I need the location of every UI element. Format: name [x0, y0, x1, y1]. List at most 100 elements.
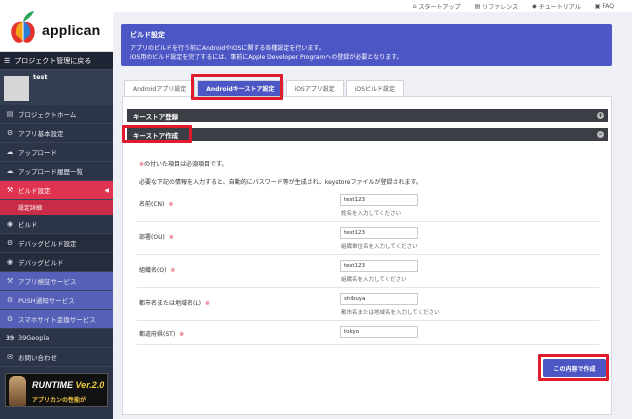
faq-icon: ▣ [594, 2, 601, 10]
sidebar-item-label: PUSH通知サービス [18, 297, 75, 305]
document-icon: ▤ [6, 110, 14, 118]
sidebar-subitem-label: 設定詳細 [18, 205, 43, 212]
list-icon: ☰ [4, 56, 11, 65]
gear-icon: ⚙ [6, 129, 14, 137]
collapse-icon[interactable]: – [597, 131, 604, 138]
wrench-icon: ⚒ [6, 186, 14, 194]
topbar-link-startup[interactable]: ⌂ スタートアップ [413, 2, 461, 11]
sidebar-item-geopla[interactable]: 39 39Geopla [0, 329, 113, 348]
gear-icon: ⚙ [6, 239, 14, 247]
topbar-link-label: チュートリアル [538, 3, 581, 11]
sidebar-item-upload-history[interactable]: ☁ アップロード履歴一覧 [0, 162, 113, 181]
info-note: 必要な下記の情報を入力すると、自動的にパスワード等が生成され、keystoreフ… [139, 179, 422, 186]
field-label: 部署(OU) ※ [139, 232, 174, 241]
banner-title: RUNTIME Ver.2.0 [32, 380, 104, 390]
topbar-link-label: スタートアップ [418, 3, 461, 11]
wrench-icon: ⚒ [6, 277, 14, 285]
book-icon: ▤ [474, 2, 481, 10]
caret-left-icon: ◀ [104, 186, 109, 194]
page-title: ビルド設定 [130, 31, 165, 39]
cloud-upload-icon: ☁ [6, 148, 14, 156]
banner-character-image [9, 376, 26, 406]
field-label-text: 部署(OU) [139, 234, 165, 241]
field-label-text: 都道府県(ST) [139, 331, 176, 338]
field-label: 都道府県(ST) ※ [139, 329, 184, 338]
banner-title-version: Ver.2.0 [75, 380, 105, 390]
sidebar-item-label: アプリ基本設定 [18, 130, 64, 138]
required-mark: ※ [170, 267, 176, 274]
sidebar-subitem-settings-detail[interactable]: 設定詳細 [0, 200, 113, 215]
required-mark: ※ [168, 234, 174, 241]
gear-icon: ⚙ [6, 315, 14, 323]
organization-o-input[interactable] [340, 260, 418, 272]
sidebar-item-label: アップロード [18, 149, 57, 157]
field-label-text: 組織名(O) [139, 267, 167, 274]
highlight-frame-section [122, 125, 192, 143]
sidebar-item-build[interactable]: ◉ ビルド [0, 215, 113, 234]
back-to-project-button[interactable]: ☰ プロジェクト管理に戻る [0, 52, 113, 70]
sidebar-item-project-home[interactable]: ▤ プロジェクトホーム [0, 105, 113, 124]
field-hint: 組織単位名を入力してください [341, 244, 418, 250]
field-hint: 姓名を入力してください [341, 211, 402, 217]
sidebar-item-label: アプリ検証サービス [18, 278, 77, 286]
banner-subtitle: アプリカンの性能がUP！！ [32, 397, 87, 404]
field-label: 名前(CN) ※ [139, 199, 173, 208]
form-row-l: 都市名または地域名(L)※ 都市名または地域名を入力してください [137, 288, 599, 321]
tab-ios-app-settings[interactable]: iOSアプリ設定 [285, 80, 344, 96]
tab-label: Androidアプリ設定 [133, 86, 187, 93]
required-note: ※の付いた項目は必須項目です。 [139, 159, 227, 168]
sidebar-item-debug-build-settings[interactable]: ⚙ デバッグビルド設定 [0, 234, 113, 253]
runtime-banner[interactable]: RUNTIME Ver.2.0 アプリカンの性能がUP！！ [5, 373, 108, 407]
page-header-panel: ビルド設定 アプリのビルドを行う前にAndroidやiOSに関する各種設定を行い… [121, 24, 612, 66]
sidebar-item-label: デバッグビルド設定 [18, 240, 77, 248]
sidebar-item-push-service[interactable]: ⚙ PUSH通知サービス [0, 291, 113, 310]
section-keystore-create[interactable]: キーストア作成 – [127, 128, 608, 141]
city-l-input[interactable] [340, 293, 418, 305]
sidebar-item-debug-build[interactable]: ◉ デバッグビルド [0, 253, 113, 272]
field-label-text: 都市名または地域名(L) [139, 300, 202, 307]
sidebar-item-label: 39Geopla [18, 334, 50, 342]
cloud-list-icon: ☁ [6, 167, 14, 175]
form-row-ou: 部署(OU)※ 組織単位名を入力してください [137, 222, 599, 255]
gear-icon: ⚙ [6, 296, 14, 304]
field-label: 組織名(O) ※ [139, 265, 175, 274]
name-cn-input[interactable] [340, 194, 418, 206]
field-label-text: 名前(CN) [139, 201, 165, 208]
topbar-link-reference[interactable]: ▤ リファレンス [475, 2, 519, 11]
sidebar-item-label: デバッグビルド [18, 259, 64, 267]
required-mark: ※ [168, 201, 174, 208]
sidebar-item-app-settings[interactable]: ⚙ アプリ基本設定 [0, 124, 113, 143]
section-keystore-register[interactable]: キーストア登録 + [127, 109, 608, 122]
state-st-input[interactable] [340, 326, 418, 338]
topbar-link-faq[interactable]: ▣ FAQ [595, 3, 614, 10]
back-to-project-label: プロジェクト管理に戻る [14, 56, 92, 65]
user-name: test [33, 73, 48, 81]
expand-icon[interactable]: + [597, 112, 604, 119]
sidebar-item-build-settings[interactable]: ⚒ ビルド設定 ◀ [0, 181, 113, 200]
department-ou-input[interactable] [340, 227, 418, 239]
field-label: 都市名または地域名(L) ※ [139, 298, 210, 307]
sidebar-item-upload[interactable]: ☁ アップロード [0, 143, 113, 162]
topbar-link-label: リファレンス [482, 3, 519, 11]
geopla-icon: 39 [5, 334, 15, 342]
required-mark: ※ [205, 300, 211, 307]
sidebar-item-app-verification[interactable]: ⚒ アプリ検証サービス [0, 272, 113, 291]
field-hint: 都市名または地域名を入力してください [341, 310, 440, 316]
field-hint: 組織名を入力してください [341, 277, 407, 283]
sidebar-item-smartphone-site[interactable]: ⚙ スマホサイト変換サービス [0, 310, 113, 329]
applican-logo-icon [11, 11, 35, 43]
sidebar-item-label: プロジェクトホーム [18, 111, 77, 119]
sidebar-item-label: ビルド設定 [18, 187, 51, 195]
tab-android-app-settings[interactable]: Androidアプリ設定 [124, 80, 196, 96]
form-row-o: 組織名(O)※ 組織名を入力してください [137, 255, 599, 288]
topbar-link-tutorial[interactable]: ◆ チュートリアル [532, 2, 581, 11]
sidebar-item-label: スマホサイト変換サービス [18, 316, 96, 324]
tab-ios-build-settings[interactable]: iOSビルド設定 [345, 80, 404, 96]
user-box: test [0, 70, 113, 105]
sidebar-item-contact[interactable]: ✉ お問い合わせ [0, 348, 113, 367]
avatar [4, 76, 29, 101]
page-description-line2: iOS用のビルド設定を完了するには、事前にApple Developer Pro… [130, 54, 403, 61]
sidebar-item-label: ビルド [18, 221, 38, 229]
home-icon: ⌂ [412, 2, 417, 10]
section-title: キーストア登録 [133, 112, 179, 121]
